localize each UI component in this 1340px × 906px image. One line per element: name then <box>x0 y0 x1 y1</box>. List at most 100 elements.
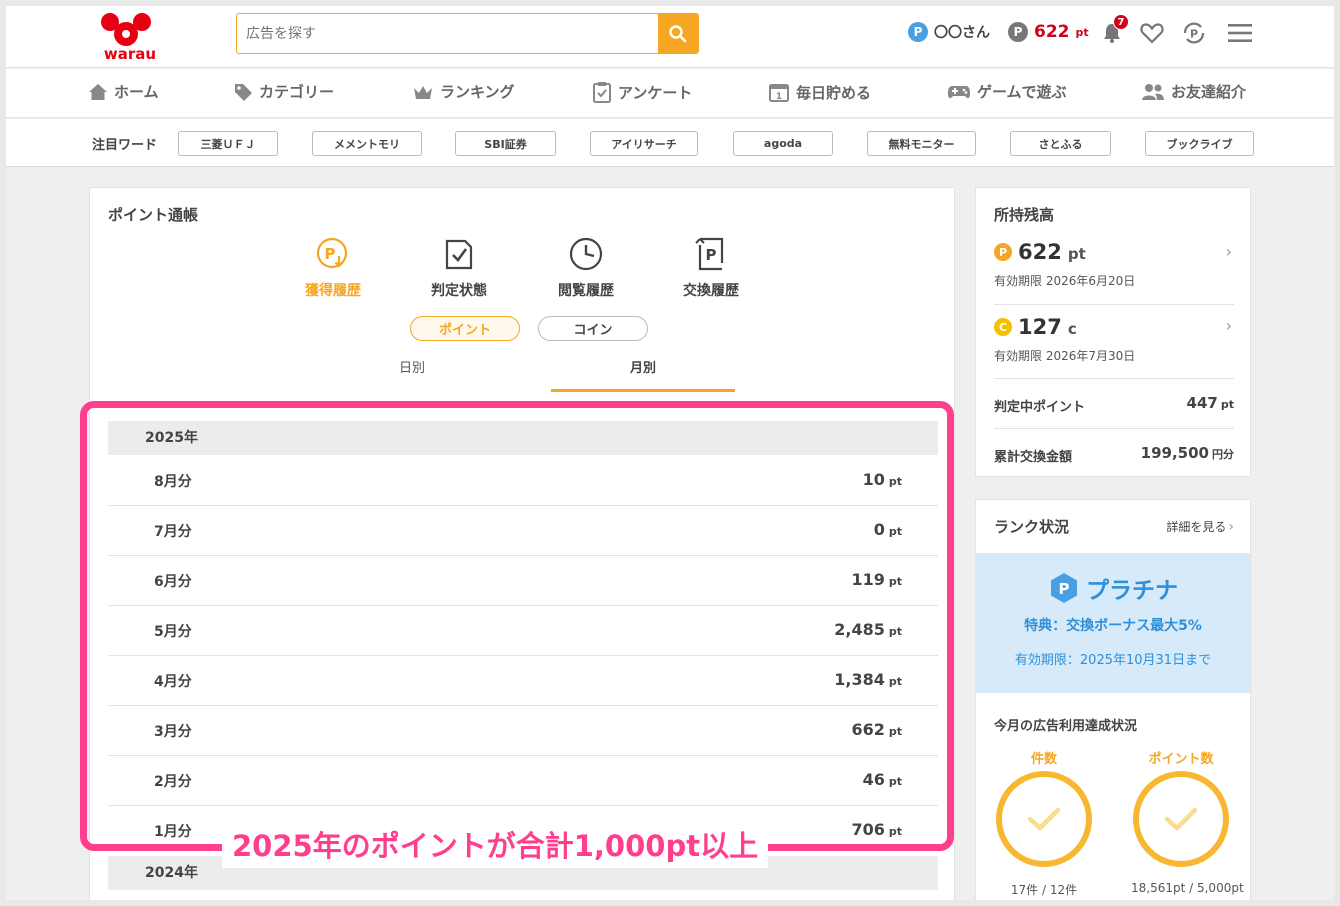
check-icon <box>1027 807 1061 832</box>
page: warau P 〇〇さん P 622 pt 7 P <box>6 6 1334 900</box>
total-exchange-row: 累計交換金額 199,500 円分 <box>994 444 1234 465</box>
divider <box>994 304 1234 305</box>
monthly-status-title: 今月の広告利用達成状況 <box>994 719 1138 734</box>
rank-name: プラチナ <box>1086 578 1178 604</box>
main-nav: ホーム カテゴリー ランキング アンケート 1 毎日貯める ゲームで遊ぶ お友達… <box>6 69 1334 118</box>
coin-balance-value: 127 <box>1018 315 1062 339</box>
chevron-right-icon[interactable]: › <box>1226 316 1232 335</box>
chevron-right-icon[interactable]: › <box>1226 242 1232 261</box>
crown-icon <box>414 85 432 99</box>
trend-chip[interactable]: SBI証券 <box>455 131 556 156</box>
exchange-total-unit: 円分 <box>1212 448 1234 461</box>
survey-icon <box>593 82 611 103</box>
user-menu[interactable]: P 〇〇さん <box>908 22 990 42</box>
point-balance-unit: pt <box>1067 245 1086 263</box>
balance-card: 所持残高 P 622 pt 有効期限 2026年6月20日 › C 127 c … <box>975 187 1251 477</box>
point-balance[interactable]: P 622 pt 有効期限 2026年6月20日 <box>994 240 1234 289</box>
header-points[interactable]: P 622 pt <box>1008 22 1089 42</box>
balance-title: 所持残高 <box>994 206 1055 224</box>
pending-points-row: 判定中ポイント 447 pt <box>994 394 1234 415</box>
nav-ranking-label: ランキング <box>440 83 515 101</box>
heart-icon <box>1140 23 1164 44</box>
trend-chip[interactable]: さとふる <box>1010 131 1111 156</box>
nav-daily-label: 毎日貯める <box>796 83 872 102</box>
trending-label: 注目ワード <box>92 138 158 153</box>
hamburger-icon <box>1228 24 1252 42</box>
nav-daily[interactable]: 1 毎日貯める <box>768 81 871 103</box>
nav-invite[interactable]: お友達紹介 <box>1141 81 1246 102</box>
tab-exchange-history[interactable]: P 交換履歴 <box>656 234 766 300</box>
nav-invite-label: お友達紹介 <box>1171 83 1247 101</box>
nav-home-label: ホーム <box>114 83 159 101</box>
tab-judgement-status[interactable]: 判定状態 <box>404 234 514 300</box>
tag-icon <box>235 83 252 101</box>
nav-category[interactable]: カテゴリー <box>233 81 334 102</box>
favorites-button[interactable] <box>1138 20 1166 46</box>
rank-detail-link[interactable]: 詳細を見る › <box>1166 518 1234 535</box>
notification-button[interactable]: 7 <box>1098 14 1129 46</box>
search-button[interactable] <box>658 14 698 53</box>
points-value: 18,561pt / 5,000pt <box>1131 881 1244 895</box>
header: warau P 〇〇さん P 622 pt 7 P <box>6 6 1334 68</box>
warau-logo[interactable]: warau <box>94 10 166 63</box>
tab-exchange-label: 交換履歴 <box>683 283 739 299</box>
svg-text:P: P <box>1059 580 1070 598</box>
trend-chip[interactable]: アイリサーチ <box>590 131 698 156</box>
clock-icon <box>569 237 603 271</box>
point-icon: P <box>1008 22 1028 42</box>
header-points-unit: pt <box>1075 25 1089 39</box>
divider <box>994 378 1234 379</box>
search-input[interactable] <box>237 14 657 53</box>
count-value: 17件 / 12件 <box>1010 883 1078 897</box>
trending-words-bar: 注目ワード 三菱ＵＦＪ メメントモリ SBI証券 アイリサーチ agoda 無料… <box>6 119 1334 167</box>
trend-chip[interactable]: メメントモリ <box>312 131 422 156</box>
nav-category-label: カテゴリー <box>259 83 335 101</box>
tab-daily[interactable]: 日別 <box>320 352 504 392</box>
user-name: 〇〇さん <box>934 25 990 41</box>
nav-games[interactable]: ゲームで遊ぶ <box>947 81 1067 102</box>
annotation-caption: 2025年のポイントが合計1,000pt以上 <box>222 824 769 868</box>
exchange-total-value: 199,500 <box>1140 444 1209 462</box>
platinum-rank-panel: P プラチナ 特典：交換ボーナス最大5% 有効期限：2025年10月31日まで <box>976 553 1250 693</box>
notification-count: 7 <box>1113 14 1129 30</box>
menu-button[interactable] <box>1226 20 1254 46</box>
pending-unit: pt <box>1220 398 1234 411</box>
rank-card: ランク状況 詳細を見る › P プラチナ 特典：交換ボーナス最大5% 有効期限：… <box>975 499 1251 900</box>
points-progress: ポイント数 18,561pt / 5,000pt <box>1131 748 1244 895</box>
trend-chip[interactable]: 三菱ＵＦＪ <box>178 131 278 156</box>
chevron-right-icon: › <box>1228 518 1234 535</box>
points-ring <box>1133 771 1229 867</box>
coin-balance[interactable]: C 127 c 有効期限 2026年7月30日 <box>994 315 1234 364</box>
home-icon <box>89 83 107 100</box>
nav-survey-label: アンケート <box>618 83 693 102</box>
trend-chip[interactable]: agoda <box>733 131 833 156</box>
pending-label: 判定中ポイント <box>994 400 1086 415</box>
rank-badge-icon: P <box>908 22 928 42</box>
trend-chip[interactable]: ブックライブ <box>1145 131 1254 156</box>
checklist-icon <box>445 239 473 270</box>
toggle-coins[interactable]: コイン <box>538 316 648 341</box>
trend-chip[interactable]: 無料モニター <box>867 131 976 156</box>
panel-title: ポイント通帳 <box>108 206 199 224</box>
count-label: 件数 <box>1030 752 1057 767</box>
exchange-total-label: 累計交換金額 <box>994 450 1073 465</box>
tab-view-history[interactable]: 閲覧履歴 <box>531 234 641 300</box>
nav-survey[interactable]: アンケート <box>592 81 692 103</box>
tab-monthly[interactable]: 月別 <box>551 352 735 392</box>
nav-ranking[interactable]: ランキング <box>412 81 515 102</box>
highlight-box <box>80 401 954 851</box>
check-icon <box>1164 807 1198 832</box>
count-ring <box>996 771 1092 867</box>
point-exchange-button[interactable]: P <box>1180 20 1208 46</box>
coin-expiry: 有効期限 2026年7月30日 <box>994 349 1136 363</box>
nav-home[interactable]: ホーム <box>88 81 159 102</box>
search-box <box>236 13 699 54</box>
tab-view-label: 閲覧履歴 <box>558 283 614 299</box>
svg-text:P: P <box>325 245 336 263</box>
gamepad-icon <box>947 85 971 98</box>
coin-balance-unit: c <box>1067 320 1077 338</box>
tab-earned-history[interactable]: P 獲得履歴 <box>278 234 388 300</box>
svg-text:warau: warau <box>104 45 156 62</box>
toggle-points[interactable]: ポイント <box>410 316 520 341</box>
header-points-value: 622 <box>1034 22 1070 42</box>
